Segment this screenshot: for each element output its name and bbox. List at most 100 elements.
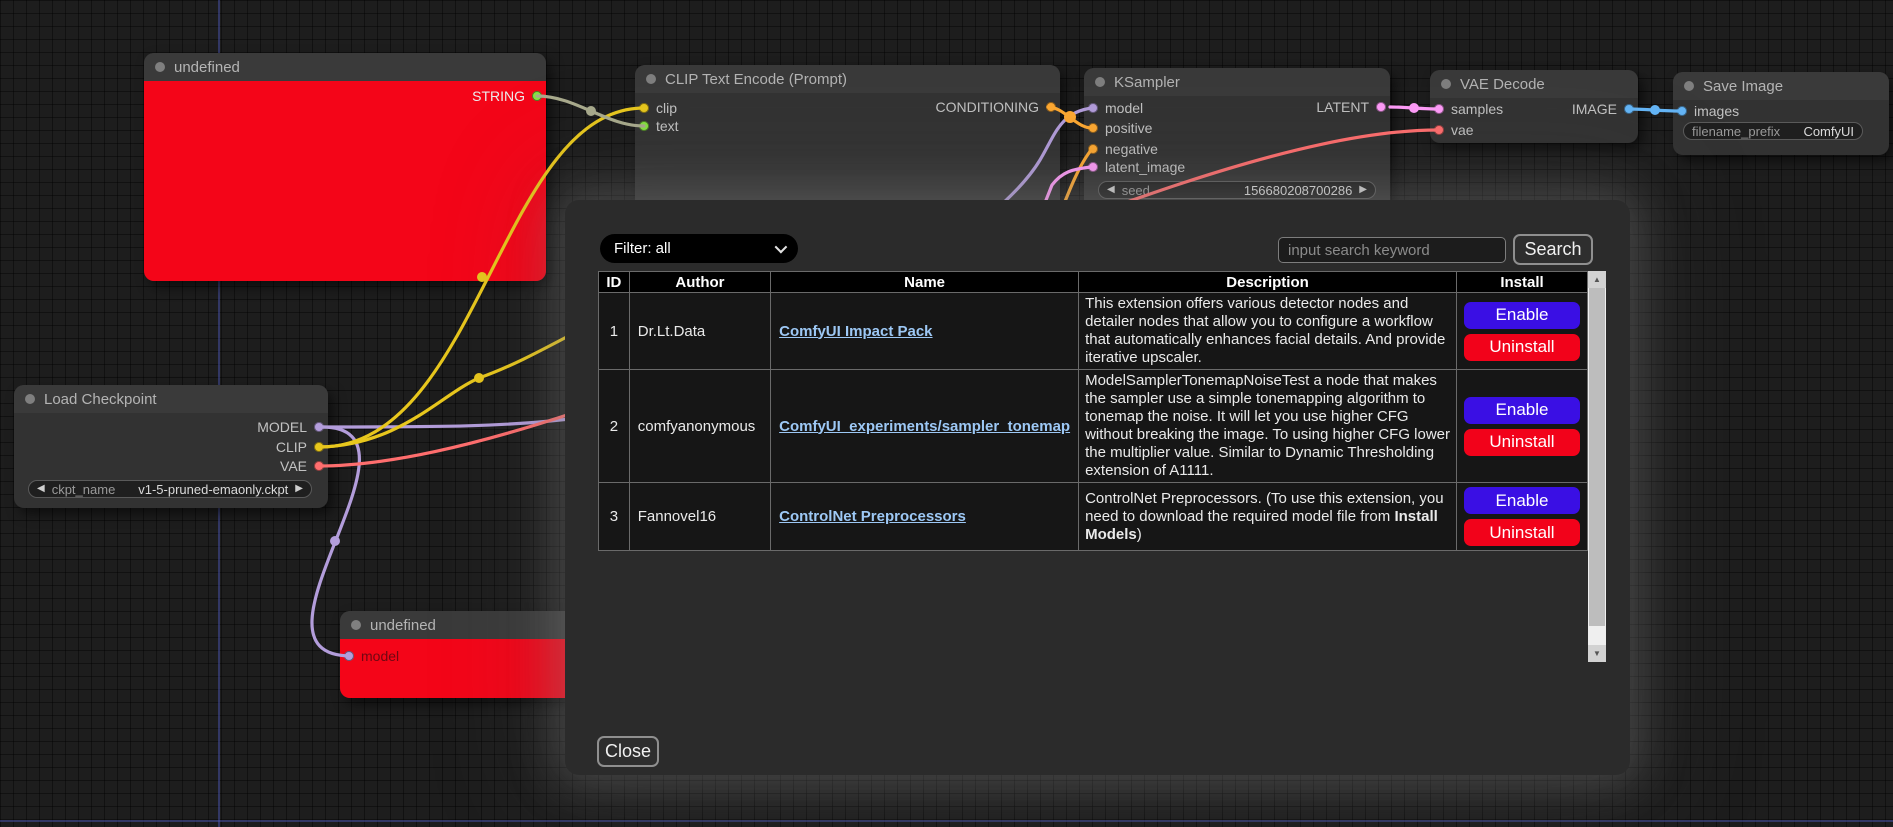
latent-output-port[interactable] [1376,102,1386,112]
collapse-dot-icon[interactable] [1441,79,1451,89]
table-scrollbar[interactable]: ▲ ▼ [1588,271,1606,662]
node-title-bar[interactable]: Load Checkpoint [14,385,328,413]
model-input-port[interactable] [1088,103,1098,113]
positive-input-slot[interactable]: positive [1088,120,1152,136]
images-input-slot[interactable]: images [1677,103,1739,119]
vae-input-port[interactable] [1434,125,1444,135]
node-undefined-top[interactable]: undefined STRING [144,53,546,281]
clip-input-port[interactable] [639,103,649,113]
vae-output-slot[interactable]: VAE [280,458,324,474]
node-clip-text-encode[interactable]: CLIP Text Encode (Prompt) clip text COND… [635,65,1060,210]
node-title-bar[interactable]: CLIP Text Encode (Prompt) [635,65,1060,93]
clip-output-port[interactable] [314,442,324,452]
node-vae-decode[interactable]: VAE Decode samples vae IMAGE [1430,70,1638,143]
vae-output-port[interactable] [314,461,324,471]
increment-arrow-icon[interactable]: ▶ [1359,185,1367,195]
vae-input-slot[interactable]: vae [1434,122,1474,138]
cell-description: This extension offers various detector n… [1079,293,1457,370]
seed-widget[interactable]: ◀ seed 156680208700286 ▶ [1098,181,1376,199]
node-title: Load Checkpoint [44,391,157,408]
widget-name: seed [1122,183,1150,198]
enable-button[interactable]: Enable [1464,302,1580,329]
collapse-dot-icon[interactable] [646,74,656,84]
filename-prefix-widget[interactable]: filename_prefix ComfyUI [1683,122,1863,140]
collapse-dot-icon[interactable] [25,394,35,404]
cell-name: ComfyUI Impact Pack [771,293,1079,370]
negative-input-slot[interactable]: negative [1088,141,1158,157]
link-midpoint-dot [330,536,340,546]
model-input-slot[interactable]: model [344,648,399,664]
extension-link[interactable]: ControlNet Preprocessors [779,508,966,525]
samples-input-port[interactable] [1434,104,1444,114]
ckpt-name-widget[interactable]: ◀ ckpt_name v1-5-pruned-emaonly.ckpt ▶ [28,480,312,498]
clip-input-slot[interactable]: clip [639,100,677,116]
samples-input-slot[interactable]: samples [1434,101,1503,117]
cell-author: comfyanonymous [629,370,770,483]
uninstall-button[interactable]: Uninstall [1464,334,1580,361]
node-save-image[interactable]: Save Image images filename_prefix ComfyU… [1673,72,1889,155]
node-title-bar[interactable]: KSampler [1084,68,1390,96]
table-row: 2comfyanonymous ComfyUI_experiments/sampl… [599,370,1588,483]
model-output-slot[interactable]: MODEL [257,419,324,435]
collapse-dot-icon[interactable] [1684,81,1694,91]
collapse-dot-icon[interactable] [155,62,165,72]
node-title-bar[interactable]: undefined [340,611,585,639]
node-title-bar[interactable]: Save Image [1673,72,1889,100]
node-undefined-bottom[interactable]: undefined model [340,611,585,698]
scroll-up-button[interactable]: ▲ [1588,271,1606,288]
text-input-slot[interactable]: text [639,118,679,134]
cell-author: Fannovel16 [629,483,770,551]
node-title: VAE Decode [1460,76,1545,93]
positive-input-port[interactable] [1088,123,1098,133]
node-load-checkpoint[interactable]: Load Checkpoint MODEL CLIP VAE ◀ ckpt_na… [14,385,328,508]
cell-id: 2 [599,370,630,483]
link-midpoint-dot [1650,105,1660,115]
conditioning-output-port[interactable] [1046,102,1056,112]
node-ksampler[interactable]: KSampler model positive negative latent_… [1084,68,1390,210]
collapse-dot-icon[interactable] [1095,77,1105,87]
close-button[interactable]: Close [597,736,659,767]
conditioning-output-slot[interactable]: CONDITIONING [936,99,1056,115]
cell-name: ComfyUI_experiments/sampler_tonemap [771,370,1079,483]
node-error-body [144,81,546,281]
enable-button[interactable]: Enable [1464,487,1580,514]
cell-install: Enable Uninstall [1457,483,1588,551]
extension-link[interactable]: ComfyUI_experiments/sampler_tonemap [779,418,1070,435]
string-output-port[interactable] [532,91,542,101]
collapse-dot-icon[interactable] [351,620,361,630]
next-arrow-icon[interactable]: ▶ [295,484,303,494]
enable-button[interactable]: Enable [1464,397,1580,424]
node-graph-canvas[interactable]: undefined STRING CLIP Text Encode (Promp… [0,0,1893,827]
node-title: CLIP Text Encode (Prompt) [665,71,847,88]
images-input-port[interactable] [1677,106,1687,116]
latent-image-input-port[interactable] [1088,162,1098,172]
filter-select[interactable]: Filter: all [600,234,798,263]
header-install: Install [1457,272,1588,293]
uninstall-button[interactable]: Uninstall [1464,519,1580,546]
uninstall-button[interactable]: Uninstall [1464,429,1580,456]
node-title: undefined [370,617,436,634]
node-title-bar[interactable]: undefined [144,53,546,81]
extension-link[interactable]: ComfyUI Impact Pack [779,323,932,340]
image-output-slot[interactable]: IMAGE [1572,101,1634,117]
search-button[interactable]: Search [1513,234,1593,265]
clip-output-slot[interactable]: CLIP [276,439,324,455]
node-title: KSampler [1114,74,1180,91]
latent-output-slot[interactable]: LATENT [1316,99,1386,115]
node-title-bar[interactable]: VAE Decode [1430,70,1638,98]
text-input-port[interactable] [639,121,649,131]
custom-nodes-manager-dialog: Filter: all Search ID Author Name Descri… [565,200,1630,775]
model-input-port[interactable] [344,651,354,661]
image-output-port[interactable] [1624,104,1634,114]
search-input[interactable] [1278,237,1506,263]
model-input-slot[interactable]: model [1088,100,1143,116]
scroll-down-button[interactable]: ▼ [1588,645,1606,662]
previous-arrow-icon[interactable]: ◀ [37,484,45,494]
string-output-slot[interactable]: STRING [472,88,542,104]
widget-name: ckpt_name [52,482,116,497]
latent-image-input-slot[interactable]: latent_image [1088,159,1185,175]
decrement-arrow-icon[interactable]: ◀ [1107,185,1115,195]
model-output-port[interactable] [314,422,324,432]
negative-input-port[interactable] [1088,144,1098,154]
scrollbar-thumb[interactable] [1589,288,1605,626]
